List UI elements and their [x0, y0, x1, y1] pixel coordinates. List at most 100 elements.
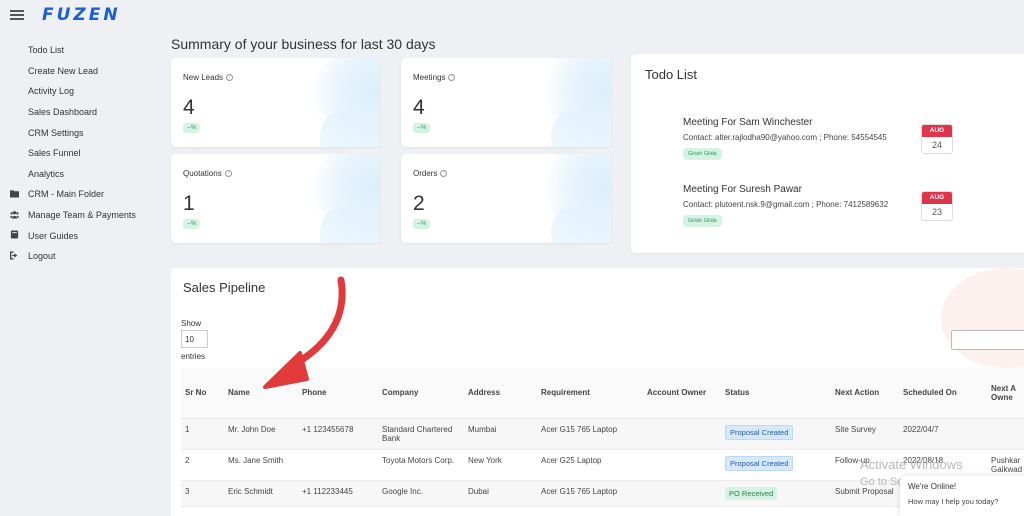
sidebar-item-label: Logout [28, 251, 56, 262]
stat-card-orders[interactable]: Orders? 2 --% [401, 154, 611, 243]
sidebar-item-crm-settings[interactable]: CRM Settings [0, 122, 160, 143]
entries-select[interactable]: 10 [181, 330, 208, 348]
sidebar-item-manage-team[interactable]: Manage Team & Payments [0, 205, 160, 226]
help-icon[interactable]: ? [226, 74, 234, 82]
date-badge: AUG 24 [921, 124, 953, 154]
column-header[interactable]: Address [464, 368, 537, 419]
date-day: 23 [931, 207, 942, 217]
cell-sr: 1 [181, 418, 224, 450]
cell-status: Proposal Created [721, 449, 831, 481]
cell-phone: +1 112233445 [298, 480, 378, 507]
column-header[interactable]: Sr No [181, 368, 224, 419]
cell-address: New York [464, 449, 537, 481]
show-label: Show [181, 319, 202, 328]
sidebar-item-sales-dashboard[interactable]: Sales Dashboard [0, 102, 160, 123]
cell-phone: +1 123455678 [298, 418, 378, 450]
stat-label: New Leads? [183, 73, 234, 82]
column-header[interactable]: Next A Owne [987, 368, 1024, 419]
date-badge: AUG 23 [921, 191, 953, 221]
stat-card-quotations[interactable]: Quotations? 1 --% [171, 154, 380, 243]
cell-owner [643, 480, 721, 507]
sidebar-item-activity-log[interactable]: Activity Log [0, 81, 160, 102]
column-header[interactable]: Requirement [537, 368, 643, 419]
cell-next-owner [987, 418, 1024, 450]
chat-status: We're Online! [908, 482, 957, 491]
sidebar-item-analytics[interactable]: Analytics [0, 164, 160, 185]
change-badge: --% [413, 123, 431, 133]
cell-company: Google Inc. [378, 480, 464, 507]
column-header[interactable]: Next Action [831, 368, 899, 419]
help-icon[interactable]: ? [440, 170, 448, 178]
date-month: AUG [922, 192, 952, 204]
cell-name: Eric Schmidt [224, 480, 298, 507]
sidebar-item-label: Create New Lead [28, 65, 99, 76]
sidebar-item-create-new-lead[interactable]: Create New Lead [0, 61, 160, 82]
sidebar-item-label: Activity Log [28, 86, 75, 97]
table-row[interactable]: 1 Mr. John Doe +1 123455678 Standard Cha… [181, 418, 1024, 450]
chat-widget[interactable]: We're Online! How may I help you today? [900, 476, 1024, 516]
windows-watermark-title: Activate Windows [860, 457, 963, 472]
help-icon[interactable]: ? [448, 74, 456, 82]
status-badge[interactable]: PO Received [725, 486, 778, 500]
help-icon[interactable]: ? [224, 170, 232, 178]
change-badge: --% [183, 219, 201, 229]
cell-requirement: Acer G15 765 Laptop [537, 480, 643, 507]
column-header[interactable]: Account Owner [643, 368, 721, 419]
todo-card: Todo List Meeting For Sam Winchester Con… [631, 54, 1024, 253]
cell-owner [643, 418, 721, 450]
cell-sr: 2 [181, 449, 224, 481]
cell-company: Standard Chartered Bank [378, 418, 464, 450]
cell-owner [643, 449, 721, 481]
sidebar-item-logout[interactable]: Logout [0, 246, 160, 267]
sidebar-item-sales-funnel[interactable]: Sales Funnel [0, 143, 160, 164]
entries-label: entries [181, 352, 206, 361]
sidebar-item-label: User Guides [28, 230, 79, 241]
column-header[interactable]: Status [721, 368, 831, 419]
chat-prompt: How may I help you today? [908, 497, 999, 506]
cell-name: Ms. Jane Smith [224, 449, 298, 481]
sidebar-item-label: Analytics [28, 168, 65, 179]
assignee-tag: Girish Gilda [683, 148, 722, 160]
logout-icon [10, 251, 18, 260]
search-input[interactable] [951, 330, 1024, 350]
stat-label: Orders? [413, 169, 448, 178]
team-icon [10, 210, 19, 219]
summary-title: Summary of your business for last 30 day… [171, 36, 436, 52]
cell-sr: 3 [181, 480, 224, 507]
sidebar-item-crm-main-folder[interactable]: CRM - Main Folder [0, 184, 160, 205]
folder-icon [10, 190, 19, 198]
stat-label: Meetings? [413, 73, 456, 82]
stat-card-new-leads[interactable]: New Leads? 4 --% [171, 58, 380, 147]
brand-logo[interactable]: FUZEN [42, 5, 121, 25]
cell-status: Proposal Created [721, 418, 831, 450]
cell-address: Dubai [464, 480, 537, 507]
sidebar-item-label: Sales Dashboard [28, 107, 98, 118]
sidebar-item-label: Todo List [28, 45, 65, 56]
cell-requirement: Acer G15 765 Laptop [537, 418, 643, 450]
cell-name: Mr. John Doe [224, 418, 298, 450]
status-badge[interactable]: Proposal Created [725, 455, 794, 471]
todo-title: Todo List [645, 67, 698, 82]
stat-value: 1 [183, 192, 195, 215]
date-day: 24 [931, 140, 942, 150]
sidebar-item-user-guides[interactable]: User Guides [0, 225, 160, 246]
cell-next-action: Site Survey [831, 418, 899, 450]
status-badge[interactable]: Proposal Created [725, 424, 794, 440]
cell-phone [298, 449, 378, 481]
stat-value: 2 [413, 192, 425, 215]
assignee-tag: Girish Gilda [683, 215, 722, 227]
sidebar-item-label: Sales Funnel [28, 148, 81, 159]
stat-value: 4 [413, 96, 425, 119]
column-header[interactable]: Company [378, 368, 464, 419]
sidebar: Todo List Create New Lead Activity Log S… [0, 40, 160, 267]
sidebar-item-todo-list[interactable]: Todo List [0, 40, 160, 61]
pipeline-title: Sales Pipeline [183, 280, 266, 295]
annotation-arrow [263, 276, 346, 389]
column-header[interactable]: Scheduled On [899, 368, 987, 419]
book-icon [10, 230, 19, 239]
sidebar-item-label: Manage Team & Payments [28, 210, 136, 221]
cell-company: Toyota Motors Corp. [378, 449, 464, 481]
stat-card-meetings[interactable]: Meetings? 4 --% [401, 58, 611, 147]
menu-icon[interactable] [10, 10, 24, 20]
sidebar-item-label: CRM - Main Folder [28, 189, 105, 200]
